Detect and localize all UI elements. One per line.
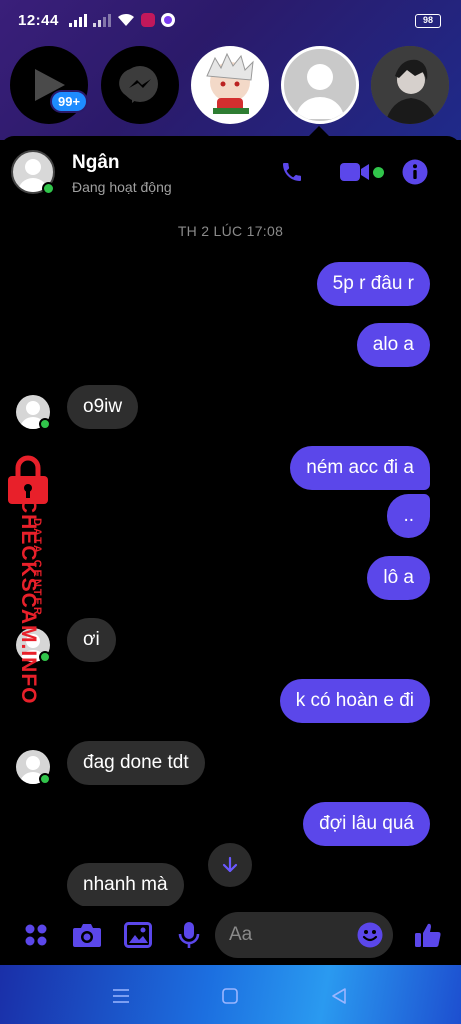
contact-name: Ngân	[72, 152, 120, 173]
chat-header: Ngân Đang hoạt động	[0, 136, 461, 210]
chat-head-anime[interactable]	[191, 46, 269, 124]
watermark-tagline: DATA CENTER	[31, 518, 43, 617]
image-icon	[124, 922, 152, 948]
message-composer	[0, 906, 461, 965]
recent-apps-button[interactable]	[110, 985, 132, 1007]
message-outgoing[interactable]: lô a	[367, 556, 430, 600]
status-icons	[68, 13, 175, 27]
video-call-button[interactable]	[338, 158, 372, 186]
system-nav-bar	[0, 965, 461, 1024]
active-head-caret	[309, 126, 329, 136]
status-time: 12:44	[18, 11, 59, 29]
info-button[interactable]	[401, 158, 429, 186]
message-input[interactable]	[229, 912, 349, 958]
message-outgoing[interactable]: đợi lâu quá	[303, 802, 430, 846]
scroll-to-bottom-button[interactable]	[208, 843, 252, 887]
square-icon	[222, 988, 238, 1004]
video-camera-icon	[340, 163, 369, 181]
phone-icon	[283, 163, 301, 181]
message-outgoing[interactable]: 5p r đâu r	[316, 262, 430, 306]
home-button[interactable]	[219, 985, 241, 1007]
arrow-down-icon	[222, 856, 238, 873]
chat-heads-row: 99+	[0, 46, 461, 126]
message-input-wrapper	[215, 912, 393, 958]
messenger-notification-icon	[160, 13, 175, 27]
chat-panel: Ngân Đang hoạt động TH 2 LÚC 17:08 5p r …	[0, 136, 461, 965]
message-outgoing[interactable]: ném acc đi a	[290, 446, 430, 490]
camera-button[interactable]	[72, 920, 102, 950]
wifi-icon	[117, 13, 134, 26]
thumbs-up-icon	[415, 923, 441, 947]
conversation-timestamp: TH 2 LÚC 17:08	[177, 223, 284, 239]
microphone-icon	[178, 922, 200, 948]
message-incoming[interactable]: ơi	[67, 618, 116, 662]
unread-badge: 99+	[50, 90, 89, 113]
message-incoming[interactable]: o9iw	[67, 385, 139, 429]
status-bar: 12:44 98	[0, 0, 461, 40]
camera-icon	[73, 924, 101, 947]
online-indicator	[42, 182, 55, 195]
gallery-button[interactable]	[123, 920, 153, 950]
more-actions-button[interactable]	[21, 920, 51, 950]
back-button[interactable]	[328, 985, 350, 1007]
chat-head-ngan[interactable]	[281, 46, 359, 124]
voice-button[interactable]	[174, 920, 204, 950]
anime-avatar-icon	[206, 52, 254, 114]
online-indicator	[39, 418, 51, 430]
emoji-button[interactable]	[357, 922, 383, 948]
info-icon	[402, 159, 428, 185]
call-button[interactable]	[278, 158, 306, 186]
message-outgoing[interactable]: alo a	[356, 323, 430, 367]
menu-lines-icon	[113, 989, 129, 1003]
smiley-icon	[357, 922, 383, 948]
message-incoming[interactable]: đag done tdt	[67, 741, 205, 785]
signal-icon	[68, 13, 87, 27]
message-outgoing[interactable]: k có hoàn e đi	[279, 679, 430, 723]
checkscam-watermark: CHECKSCAM.INFO DATA CENTER	[0, 454, 56, 705]
online-indicator	[39, 773, 51, 785]
watermark-text-svg: CHECKSCAM.INFO DATA CENTER	[17, 498, 43, 705]
messenger-icon	[119, 66, 158, 103]
default-avatar-icon	[296, 64, 344, 119]
message-incoming[interactable]: nhanh mà	[67, 863, 184, 907]
like-button[interactable]	[413, 920, 443, 950]
video-online-dot	[373, 167, 384, 178]
signal-2-icon	[92, 13, 111, 27]
message-outgoing[interactable]: ..	[387, 494, 430, 538]
triangle-back-icon	[332, 988, 346, 1004]
chat-head-messenger[interactable]	[101, 46, 179, 124]
dark-avatar-icon	[371, 46, 449, 124]
four-dots-icon	[25, 924, 47, 946]
contact-status: Đang hoạt động	[72, 179, 172, 195]
app-notification-icon	[140, 13, 155, 27]
battery-icon: 98	[415, 14, 441, 28]
chat-head-dark[interactable]	[371, 46, 449, 124]
